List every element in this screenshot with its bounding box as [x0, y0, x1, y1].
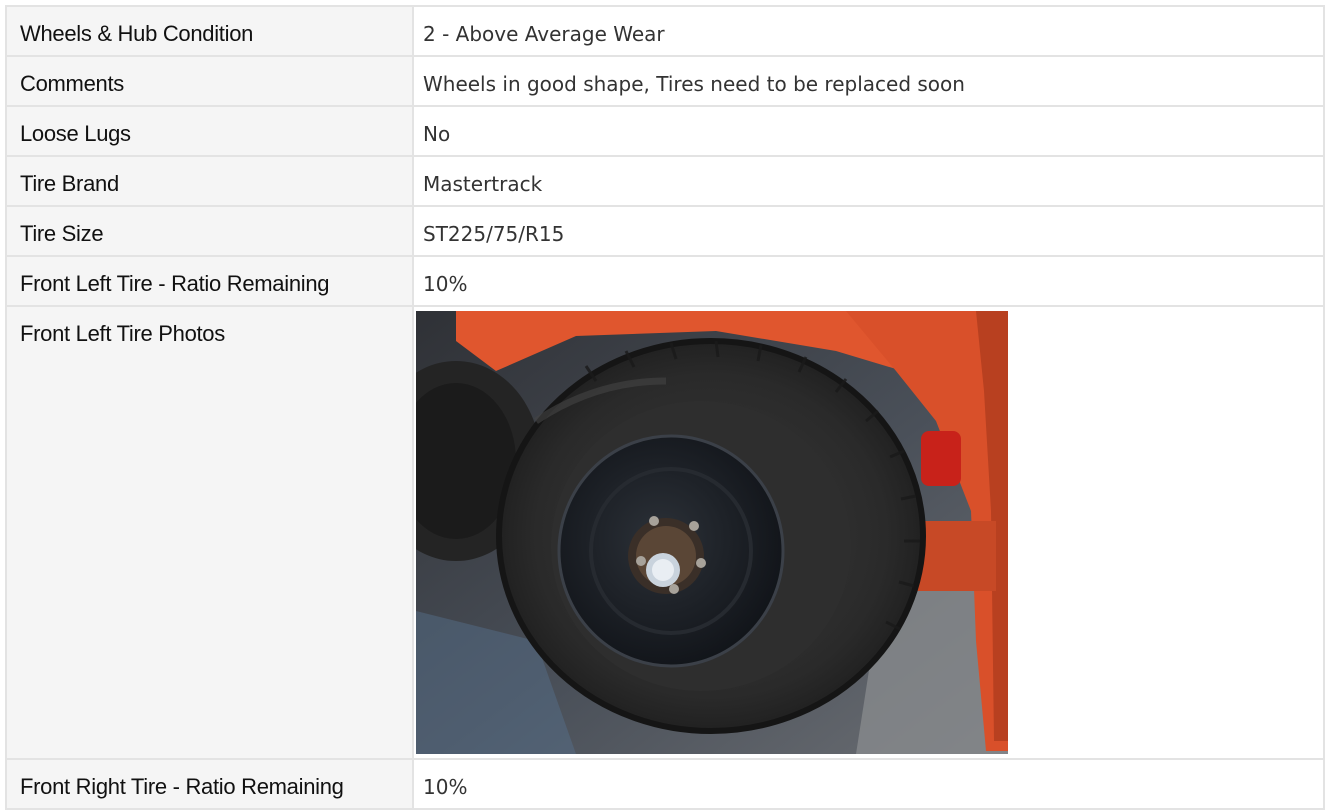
row-value: Wheels in good shape, Tires need to be r… — [412, 55, 1325, 107]
table-row-photos: Front Left Tire Photos — [5, 305, 1325, 760]
row-label: Front Right Tire - Ratio Remaining — [5, 758, 414, 810]
row-value: 2 - Above Average Wear — [412, 5, 1325, 57]
table-row: Tire Size ST225/75/R15 — [5, 205, 1325, 257]
row-value: 10% — [412, 758, 1325, 810]
row-label: Wheels & Hub Condition — [5, 5, 414, 57]
photo-cell — [412, 305, 1325, 760]
row-value: Mastertrack — [412, 155, 1325, 207]
row-label: Loose Lugs — [5, 105, 414, 157]
row-label: Front Left Tire - Ratio Remaining — [5, 255, 414, 307]
row-label: Tire Brand — [5, 155, 414, 207]
row-label: Front Left Tire Photos — [5, 305, 414, 760]
table-row: Loose Lugs No — [5, 105, 1325, 157]
tire-inspection-table: Wheels & Hub Condition 2 - Above Average… — [5, 5, 1325, 810]
row-value: ST225/75/R15 — [412, 205, 1325, 257]
row-label: Comments — [5, 55, 414, 107]
table-row: Comments Wheels in good shape, Tires nee… — [5, 55, 1325, 107]
table-row: Front Right Tire - Ratio Remaining 10% — [5, 758, 1325, 810]
tire-photo[interactable] — [416, 311, 1008, 754]
row-label: Tire Size — [5, 205, 414, 257]
table-row: Tire Brand Mastertrack — [5, 155, 1325, 207]
row-value: 10% — [412, 255, 1325, 307]
table-row: Front Left Tire - Ratio Remaining 10% — [5, 255, 1325, 307]
row-value: No — [412, 105, 1325, 157]
table-row: Wheels & Hub Condition 2 - Above Average… — [5, 5, 1325, 57]
